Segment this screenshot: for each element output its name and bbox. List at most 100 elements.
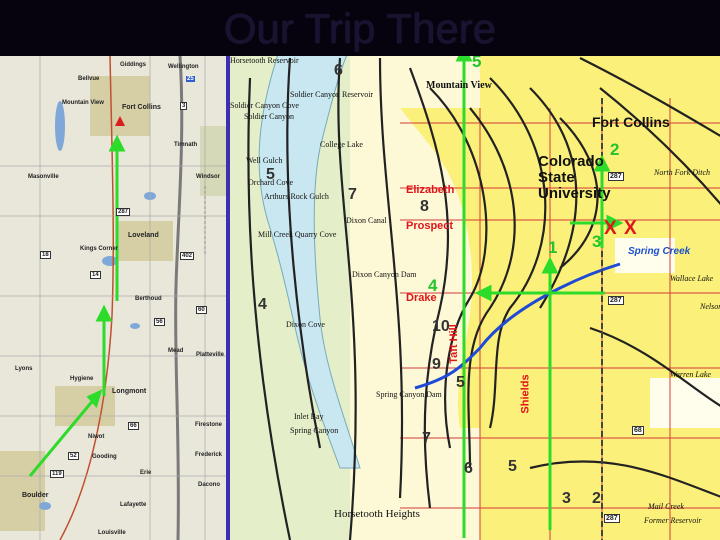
- town-label: Boulder: [22, 492, 49, 499]
- contour-number: 10: [432, 318, 450, 335]
- place-label: Dixon Canyon Dam: [352, 270, 417, 279]
- place-label: Arthurs Rock Gulch: [264, 192, 329, 201]
- place-label: Mill Creek Quarry Cove: [258, 230, 337, 239]
- interstate-25: [174, 56, 184, 540]
- place-label: Horsetooth Heights: [334, 508, 420, 520]
- town-label: Frederick: [195, 452, 223, 458]
- place-label: Soldier Canyon Cove: [230, 101, 299, 110]
- creek-label: Spring Creek: [628, 246, 691, 257]
- town-label: Masonville: [28, 174, 59, 180]
- town-label: Kings Corner: [80, 246, 119, 252]
- road-shield: 68: [632, 426, 644, 435]
- slide-title-text: Our Trip There: [223, 5, 497, 52]
- route-number: 2: [610, 140, 620, 159]
- street-label: Elizabeth: [406, 184, 455, 196]
- contour-number: 8: [420, 198, 429, 215]
- road-shield: 287: [608, 172, 624, 181]
- town-label: Giddings: [120, 62, 146, 68]
- town-label: Mead: [168, 348, 184, 354]
- town-label: Wellington: [168, 64, 199, 70]
- place-label: Mountain View: [426, 80, 492, 91]
- lake: [55, 101, 65, 151]
- place-label: Horsetooth Reservoir: [230, 56, 299, 65]
- local-topo-map: Horsetooth Reservoir Soldier Canyon Rese…: [226, 48, 720, 540]
- contour-number: 6: [464, 460, 473, 477]
- road-shield: 3: [180, 102, 188, 110]
- town-label: Bellvue: [78, 76, 100, 82]
- contour-number: 3: [562, 490, 571, 507]
- road-shield: 14: [90, 271, 101, 279]
- contour-number: 7: [348, 186, 357, 203]
- place-label: North Fork Ditch: [654, 168, 710, 177]
- place-label: Dixon Cove: [286, 320, 325, 329]
- town-label: Gooding: [92, 454, 117, 460]
- slide-title: Our Trip There: [0, 0, 720, 56]
- town-label: Louisville: [98, 530, 126, 536]
- route-number: 4: [428, 276, 438, 295]
- slide: Bellvue Giddings Mountain View Fort Coll…: [0, 0, 720, 540]
- place-label: Nelson: [700, 302, 720, 311]
- place-label: College Lake: [320, 140, 363, 149]
- town-label: Lyons: [15, 366, 33, 372]
- road-shield: 60: [196, 306, 207, 314]
- road-shield: 66: [128, 422, 139, 430]
- place-label: Dixon Canal: [346, 216, 387, 225]
- contour-number: 2: [592, 490, 601, 507]
- contour-number: 5: [266, 166, 275, 183]
- place-label: Inlet Bay: [294, 412, 324, 421]
- interstate-shield: 25: [186, 76, 195, 82]
- route-arrowhead-2: [95, 304, 113, 322]
- contour-number: 5: [508, 458, 517, 475]
- town-label: Mountain View: [62, 100, 104, 106]
- contour-number: 9: [432, 356, 441, 373]
- place-label: Soldier Canyon: [244, 112, 294, 121]
- street-label: Prospect: [406, 220, 454, 232]
- lake: [130, 323, 140, 329]
- road-shield: 119: [50, 470, 64, 478]
- town-label: Berthoud: [135, 296, 162, 302]
- road-shield: 18: [40, 251, 51, 259]
- place-label: Well Gulch: [246, 156, 283, 165]
- place-label: Soldier Canyon Reservoir: [290, 90, 374, 99]
- x-marker: X: [604, 218, 617, 239]
- boulder-area: [0, 451, 45, 531]
- place-label: Former Reservoir: [644, 516, 702, 525]
- contour-number: 5: [456, 374, 465, 391]
- block: [650, 378, 720, 428]
- town-label: Dacono: [198, 482, 221, 488]
- town-label: Niwot: [88, 434, 105, 440]
- lake: [39, 502, 51, 510]
- windsor-area: [200, 126, 226, 196]
- place-label: Warren Lake: [670, 370, 711, 379]
- place-label: Wallace Lake: [670, 274, 714, 283]
- place-label: Spring Canyon: [290, 426, 339, 435]
- longmont-area: [55, 386, 115, 426]
- road-shield: 287: [116, 208, 131, 216]
- town-label: Timnath: [174, 142, 198, 148]
- x-marker: X: [624, 218, 637, 239]
- contour-number: 6: [334, 62, 343, 79]
- route-arrowhead-3: [108, 134, 126, 152]
- city-label: Fort Collins: [592, 114, 670, 130]
- street-label: Shields: [519, 374, 532, 414]
- regional-map: Bellvue Giddings Mountain View Fort Coll…: [0, 56, 226, 540]
- contour-number: 7: [422, 430, 431, 447]
- town-label: Fort Collins: [122, 104, 161, 111]
- town-label: Loveland: [128, 232, 159, 239]
- regional-map-graphics: [0, 56, 226, 540]
- town-label: Lafayette: [120, 502, 147, 508]
- road-shield: 287: [608, 296, 624, 305]
- road-shield: 402: [180, 252, 195, 260]
- place-label: Mail Creek: [648, 502, 684, 511]
- place-label: Spring Canyon Dam: [376, 390, 442, 399]
- town-label: Platteville: [196, 352, 225, 358]
- campus-label: Colorado State University: [538, 153, 611, 202]
- route-number: 1: [548, 238, 558, 257]
- road-shield: 56: [154, 318, 165, 326]
- road-shield: 52: [68, 452, 79, 460]
- contour-number: 4: [258, 296, 267, 313]
- town-label: Hygiene: [70, 376, 94, 382]
- town-label: Longmont: [112, 388, 147, 395]
- road-shield: 287: [604, 514, 620, 523]
- town-label: Firestone: [195, 422, 223, 428]
